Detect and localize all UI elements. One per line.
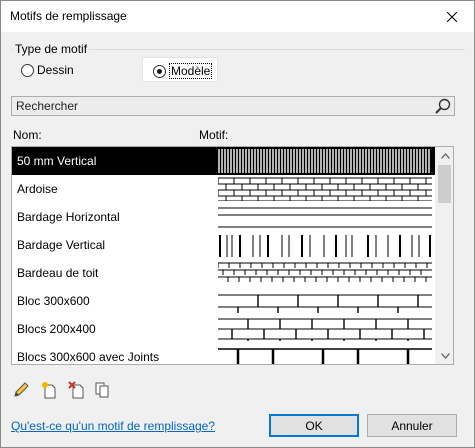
pattern-row-blocs-300x600-avec-joints[interactable]: Blocs 300x600 avec Joints <box>12 343 436 364</box>
search-box <box>11 96 455 116</box>
pattern-preview-block-joints-thick <box>218 348 432 364</box>
title-bar: Motifs de remplissage <box>1 1 474 32</box>
pattern-name: Bardage Horizontal <box>17 210 120 224</box>
pattern-preview-block-joints <box>218 294 432 313</box>
radio-modele[interactable]: Modèle <box>153 63 213 79</box>
pattern-row-blocs-200x400[interactable]: Blocs 200x400 <box>12 315 436 343</box>
close-button[interactable] <box>430 1 474 32</box>
pattern-preview-block-joints-small <box>218 318 432 341</box>
pattern-row-ardoise[interactable]: Ardoise <box>12 175 436 203</box>
search-icon <box>435 98 451 114</box>
edit-pattern-button[interactable] <box>11 380 31 400</box>
cancel-button[interactable]: Annuler <box>367 414 457 437</box>
pattern-name: Ardoise <box>17 182 58 196</box>
pattern-name: Bardage Vertical <box>17 238 106 252</box>
pencil-icon <box>14 382 29 397</box>
column-header-pattern: Motif: <box>199 128 229 142</box>
pattern-preview-horizontal-lines <box>218 207 432 228</box>
pattern-name: Bardeau de toit <box>17 266 99 280</box>
pattern-preview-dense-vertical-lines <box>218 149 430 173</box>
pattern-type-label: Type de motif <box>13 42 90 56</box>
column-header-name: Nom: <box>13 128 42 142</box>
ok-button[interactable]: OK <box>269 414 359 437</box>
delete-pattern-button[interactable] <box>67 380 87 400</box>
pattern-name: Blocs 200x400 <box>17 322 96 336</box>
pattern-row-bardage-horizontal[interactable]: Bardage Horizontal <box>12 203 436 231</box>
pattern-name: Bloc 300x600 <box>17 294 90 308</box>
pattern-name: 50 mm Vertical <box>17 154 97 168</box>
radio-button-modele[interactable] <box>153 64 166 78</box>
pattern-list[interactable]: 50 mm Vertical Ardoise Bardage Horizonta… <box>11 146 454 365</box>
radio-button-dessin[interactable] <box>21 63 34 77</box>
scroll-thumb[interactable] <box>438 165 451 203</box>
scroll-down-button[interactable] <box>436 347 453 364</box>
pattern-name: Blocs 300x600 avec Joints <box>17 350 160 364</box>
radio-dessin-label: Dessin <box>37 63 74 77</box>
window-title: Motifs de remplissage <box>10 9 127 23</box>
search-input[interactable] <box>12 97 412 115</box>
duplicate-pattern-button[interactable] <box>93 380 113 400</box>
radio-dessin[interactable]: Dessin <box>21 63 74 77</box>
pattern-row-bardage-vertical[interactable]: Bardage Vertical <box>12 231 436 259</box>
pattern-preview-brick-slate <box>218 177 432 201</box>
pattern-row-bloc-300x600[interactable]: Bloc 300x600 <box>12 287 436 315</box>
chevron-up-icon <box>440 152 450 159</box>
fill-patterns-dialog: Motifs de remplissage Type de motif Dess… <box>0 0 475 448</box>
vertical-scrollbar[interactable] <box>435 147 453 364</box>
delete-pattern-icon <box>68 381 84 399</box>
chevron-down-icon <box>440 352 450 359</box>
pattern-row-bardeau-de-toit[interactable]: Bardeau de toit <box>12 259 436 287</box>
new-pattern-icon <box>42 382 56 399</box>
radio-modele-label: Modèle <box>169 63 213 79</box>
search-button[interactable] <box>433 97 453 115</box>
duplicate-pattern-icon <box>95 382 109 398</box>
close-icon <box>447 11 457 22</box>
pattern-row-50mm-vertical[interactable]: 50 mm Vertical <box>12 147 436 175</box>
pattern-preview-vertical-siding <box>219 235 431 257</box>
new-pattern-button[interactable] <box>39 380 59 400</box>
scroll-up-button[interactable] <box>436 147 453 164</box>
pattern-preview-shingles <box>218 262 432 282</box>
help-link[interactable]: Qu'est-ce qu'un motif de remplissage? <box>11 419 215 433</box>
